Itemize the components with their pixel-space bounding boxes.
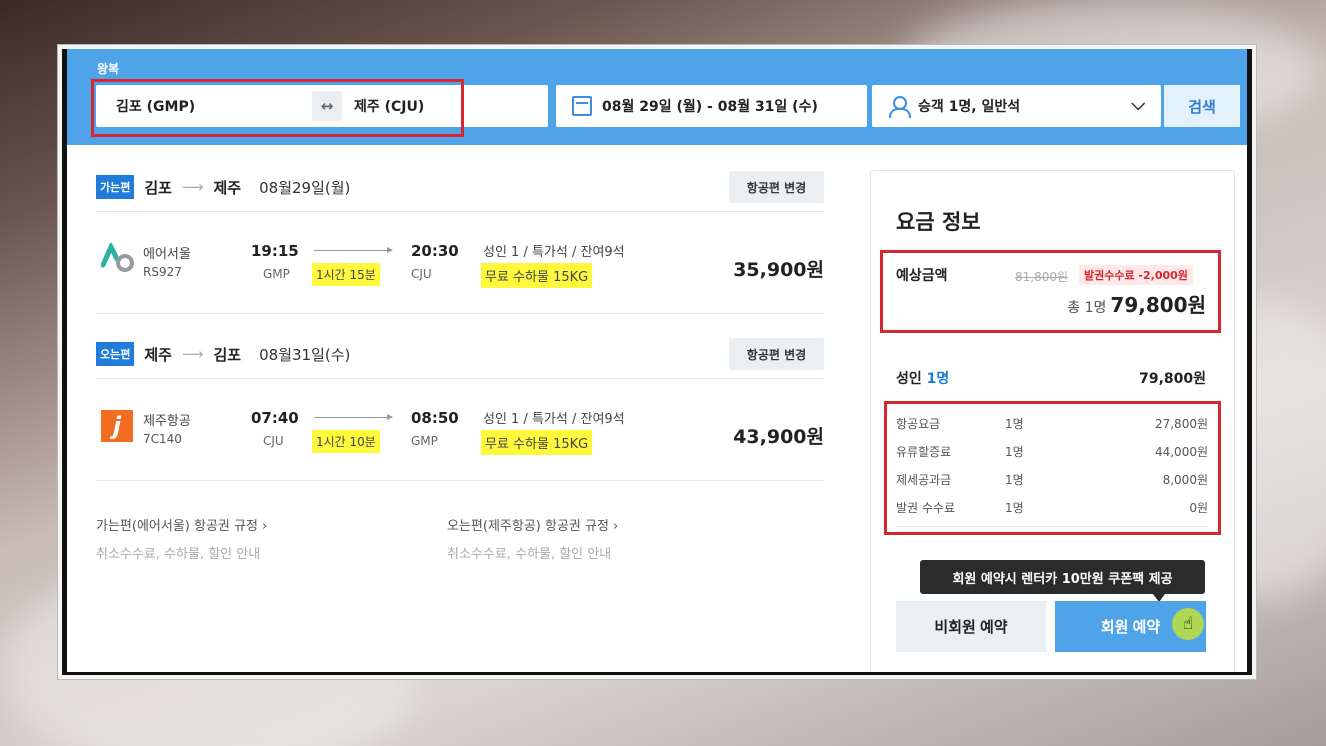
date-range-text: 08월 29일 (월) - 08월 31일 (수)	[602, 99, 818, 115]
outbound-header: 가는편 김포 ⟶ 제주 08월29일(월)	[96, 173, 350, 201]
route-highlight	[91, 79, 464, 137]
outbound-destination: 제주	[213, 178, 242, 197]
person-icon	[888, 96, 911, 118]
airline-name: 에어서울	[143, 247, 191, 262]
pointer-cursor-icon: ☝	[1172, 608, 1204, 640]
divider	[96, 313, 824, 314]
baggage-info: 무료 수하물 15KG	[481, 263, 593, 288]
inbound-rules-sub: 취소수수료, 수하물, 할인 안내	[447, 547, 612, 562]
flight-duration: 1시간 10분	[312, 430, 380, 453]
outbound-origin: 김포	[144, 178, 172, 197]
airseoul-logo-icon	[101, 243, 134, 272]
fare-title: 요금 정보	[896, 210, 981, 234]
seat-info: 성인 1 / 특가석 / 잔여9석	[483, 412, 625, 427]
seat-info: 성인 1 / 특가석 / 잔여9석	[483, 245, 625, 260]
adult-total: 79,800원	[1139, 371, 1206, 387]
inbound-header: 오는편 제주 ⟶ 김포 08월31일(수)	[96, 340, 350, 368]
outbound-rules-sub: 취소수수료, 수하물, 할인 안내	[96, 547, 261, 562]
date-selector[interactable]: 08월 29일 (월) - 08월 31일 (수)	[556, 85, 867, 127]
inbound-destination: 김포	[213, 345, 242, 364]
estimate-highlight	[880, 250, 1221, 333]
outbound-tag: 가는편	[96, 175, 135, 199]
adult-count: 1명	[926, 371, 950, 387]
flight-price: 35,900원	[733, 259, 824, 281]
flight-price: 43,900원	[733, 426, 824, 448]
inbound-change-button[interactable]: 항공편 변경	[729, 338, 824, 370]
arrival-airport: GMP	[411, 434, 438, 448]
arrival-time: 20:30	[411, 242, 459, 260]
departure-airport: GMP	[263, 267, 290, 281]
flight-arrow	[314, 247, 393, 253]
outbound-change-button[interactable]: 항공편 변경	[729, 171, 824, 203]
outbound-flight-row: 에어서울 RS927 19:15 GMP 1시간 15분 20:30 CJU 성…	[96, 231, 824, 291]
member-benefit-tooltip: 회원 예약시 렌터카 10만원 쿠폰팩 제공	[920, 560, 1205, 602]
arrival-airport: CJU	[411, 267, 432, 281]
inbound-origin: 제주	[144, 345, 172, 364]
passenger-selector[interactable]: 승객 1명, 일반석 ⌵	[872, 85, 1161, 127]
inbound-flight-row: j 제주항공 7C140 07:40 CJU 1시간 10분 08:50 GMP…	[96, 398, 824, 458]
jejuair-logo-icon: j	[101, 410, 133, 442]
inbound-rules-link[interactable]: 오는편(제주항공) 항공권 규정 ›	[447, 515, 618, 534]
fare-panel: 요금 정보 예상금액 81,800원 발권수수료 -2,000원 총 1명 79,…	[870, 170, 1235, 672]
flight-arrow	[314, 414, 393, 420]
route-arrow-icon: ⟶	[181, 345, 204, 363]
departure-airport: CJU	[263, 434, 284, 448]
airline-name: 제주항공	[143, 414, 191, 429]
chevron-down-icon[interactable]: ⌵	[1131, 94, 1145, 115]
search-bar: 왕복 김포 (GMP) ↔ 제주 (CJU) 08월 29일 (월) - 08월…	[67, 49, 1247, 145]
arrival-time: 08:50	[411, 409, 459, 427]
outbound-date: 08월29일(월)	[259, 178, 351, 197]
flight-number: 7C140	[143, 432, 182, 446]
guest-booking-button[interactable]: 비회원 예약	[896, 601, 1046, 652]
departure-time: 19:15	[251, 242, 299, 260]
departure-time: 07:40	[251, 409, 299, 427]
breakdown-highlight	[884, 401, 1221, 535]
adult-text: 성인	[896, 371, 922, 387]
passenger-text: 승객 1명, 일반석	[918, 99, 1021, 115]
adult-label: 성인 1명	[896, 368, 949, 388]
divider	[96, 378, 824, 379]
route-arrow-icon: ⟶	[181, 178, 204, 196]
search-button[interactable]: 검색	[1164, 85, 1240, 127]
flight-duration: 1시간 15분	[312, 263, 380, 286]
divider	[96, 480, 824, 481]
baggage-info: 무료 수하물 15KG	[481, 430, 593, 455]
divider	[96, 211, 824, 212]
calendar-icon	[572, 96, 592, 116]
inbound-tag: 오는편	[96, 342, 135, 366]
flight-number: RS927	[143, 265, 182, 279]
trip-type-label: 왕복	[97, 62, 120, 76]
outbound-rules-link[interactable]: 가는편(에어서울) 항공권 규정 ›	[96, 515, 267, 534]
inbound-date: 08월31일(수)	[259, 345, 351, 364]
booking-page: 왕복 김포 (GMP) ↔ 제주 (CJU) 08월 29일 (월) - 08월…	[62, 49, 1252, 675]
